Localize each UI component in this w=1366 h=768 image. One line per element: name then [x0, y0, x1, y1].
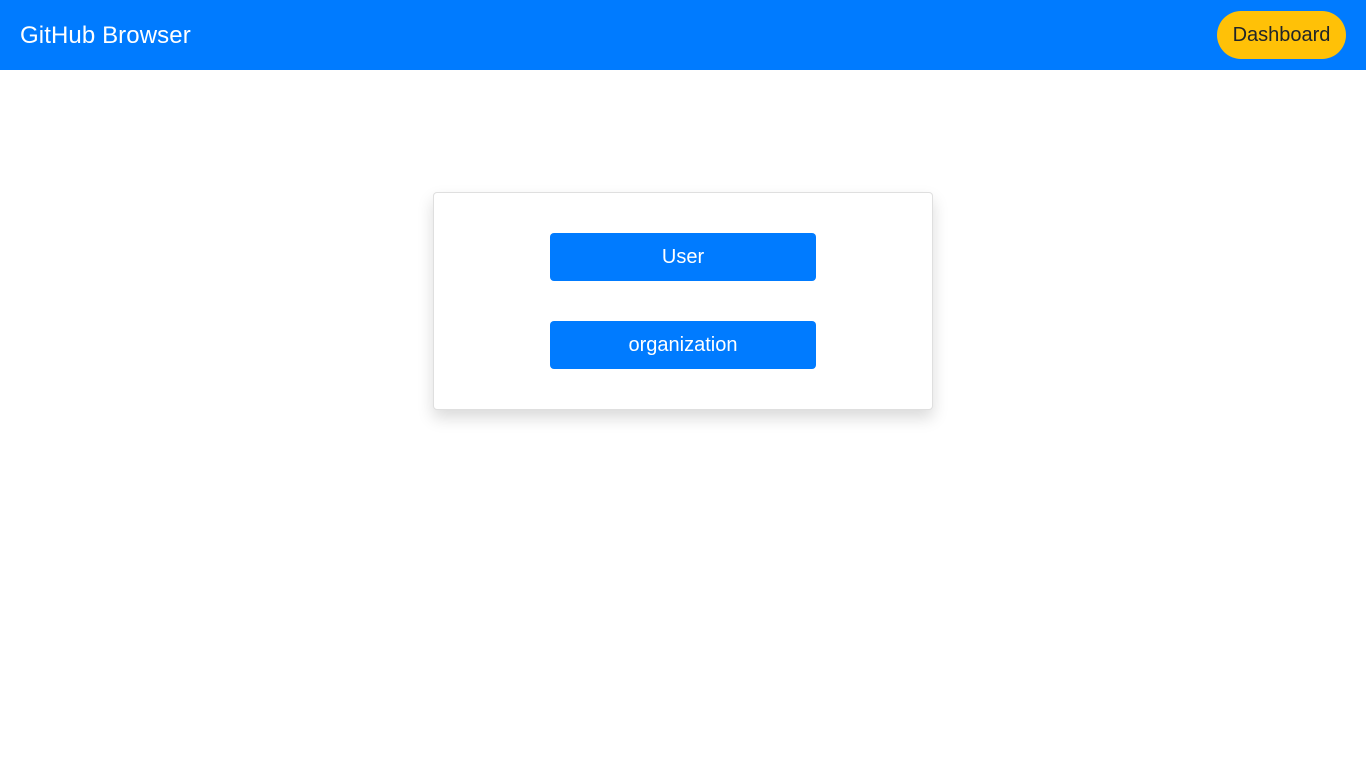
- user-button[interactable]: User: [550, 233, 816, 281]
- organization-button[interactable]: organization: [550, 321, 816, 369]
- account-type-card: User organization: [433, 192, 933, 410]
- app-brand-title[interactable]: GitHub Browser: [20, 20, 191, 52]
- top-navbar: GitHub Browser Dashboard: [0, 0, 1366, 70]
- dashboard-button[interactable]: Dashboard: [1217, 11, 1346, 59]
